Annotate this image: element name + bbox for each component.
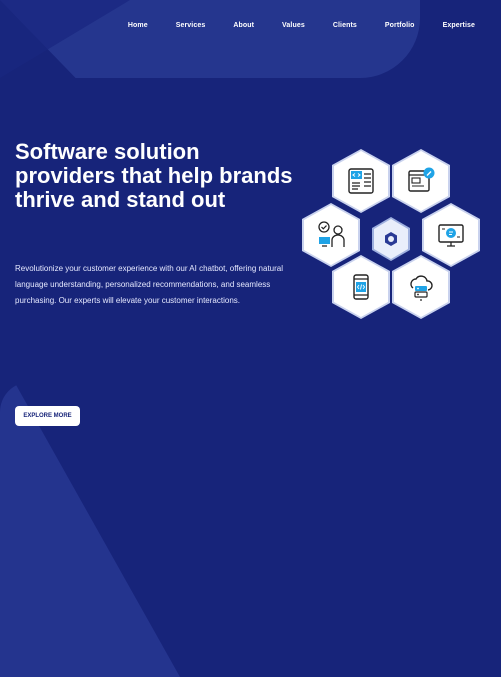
nav-home[interactable]: Home <box>128 22 148 29</box>
hero-description: Revolutionize your customer experience w… <box>15 264 283 305</box>
main-nav: Home Services About Values Clients Portf… <box>100 22 475 29</box>
browser-edit-hex <box>392 149 450 213</box>
nav-portfolio[interactable]: Portfolio <box>385 22 415 29</box>
developer-hex <box>302 203 360 267</box>
monitor-chat-hex <box>422 203 480 267</box>
nav-values[interactable]: Values <box>282 22 305 29</box>
nav-expertise[interactable]: Expertise <box>443 22 475 29</box>
cloud-server-hex <box>392 255 450 319</box>
cloud-server-icon <box>410 275 433 301</box>
center-logo-icon <box>385 232 397 246</box>
code-editor-hex <box>332 149 390 213</box>
hero-title: Software solution providers that help br… <box>15 139 293 212</box>
nav-about[interactable]: About <box>233 22 254 29</box>
nav-clients[interactable]: Clients <box>333 22 357 29</box>
code-editor-icon <box>348 168 374 194</box>
mobile-code-hex <box>332 255 390 319</box>
mobile-code-icon <box>353 274 369 300</box>
monitor-chat-icon <box>438 224 464 247</box>
services-hex-graphic <box>300 145 480 325</box>
background-shape-bottom <box>0 382 180 677</box>
nav-services[interactable]: Services <box>176 22 206 29</box>
browser-edit-icon <box>408 167 435 192</box>
explore-more-button[interactable]: EXPLORE MORE <box>15 406 80 426</box>
center-hex <box>372 217 410 261</box>
developer-person-icon <box>318 221 345 247</box>
